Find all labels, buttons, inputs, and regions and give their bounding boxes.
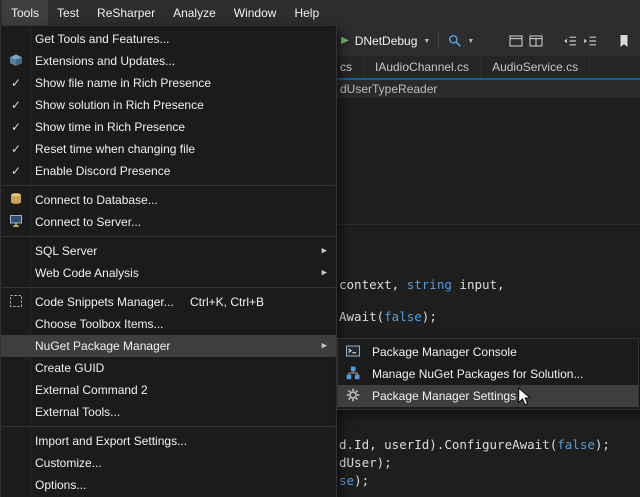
start-debug-icon[interactable]: ▶ [341, 36, 349, 46]
menu-separator [2, 426, 335, 427]
menu-item-show-solution-rich-presence[interactable]: ✓ Show solution in Rich Presence [1, 94, 336, 116]
checkmark-icon: ✓ [11, 121, 21, 133]
indent-increase-icon[interactable] [582, 33, 598, 49]
menu-item-options[interactable]: Options... [1, 474, 336, 496]
code-line: dUser); [339, 455, 392, 470]
database-icon [8, 191, 24, 210]
gear-icon [345, 387, 361, 406]
checkmark-icon: ✓ [11, 77, 21, 89]
menu-separator [2, 185, 335, 186]
editor-region-divider [337, 224, 640, 225]
menu-item-package-manager-console[interactable]: Package Manager Console [338, 341, 638, 363]
menu-item-import-and-export-settings[interactable]: Import and Export Settings... [1, 430, 336, 452]
menu-separator [2, 287, 335, 288]
nuget-submenu: Package Manager Console Manage NuGet Pac… [337, 338, 639, 410]
checkmark-icon: ✓ [11, 165, 21, 177]
checkmark-icon: ✓ [11, 143, 21, 155]
chevron-down-icon[interactable]: ▼ [467, 37, 474, 45]
shortcut-text: Ctrl+K, Ctrl+B [190, 295, 336, 309]
menu-item-show-time-rich-presence[interactable]: ✓ Show time in Rich Presence [1, 116, 336, 138]
submenu-arrow-icon: ▶ [322, 343, 327, 350]
menu-item-create-guid[interactable]: Create GUID [1, 357, 336, 379]
code-line: context, string input, [339, 277, 505, 292]
menubar-item-help[interactable]: Help [285, 0, 328, 25]
menu-item-get-tools-and-features[interactable]: Get Tools and Features... [1, 28, 336, 50]
menu-item-web-code-analysis[interactable]: Web Code Analysis ▶ [1, 262, 336, 284]
menu-item-extensions-and-updates[interactable]: Extensions and Updates... [1, 50, 336, 72]
menu-item-customize[interactable]: Customize... [1, 452, 336, 474]
tab-audioservice[interactable]: AudioService.cs [481, 56, 590, 78]
menubar-item-resharper[interactable]: ReSharper [88, 0, 164, 25]
menu-bar: Tools Test ReSharper Analyze Window Help [0, 0, 640, 25]
extensions-icon [8, 52, 24, 71]
menu-item-choose-toolbox-items[interactable]: Choose Toolbox Items... [1, 313, 336, 335]
snippets-icon [8, 293, 24, 312]
server-icon [8, 213, 24, 232]
menu-separator [2, 236, 335, 237]
tools-menu: Get Tools and Features... Extensions and… [0, 25, 337, 497]
toolbar-group: ▶ DNetDebug ▼ ▼ [341, 25, 640, 56]
search-icon[interactable] [447, 33, 463, 49]
menu-item-connect-to-database[interactable]: Connect to Database... [1, 189, 336, 211]
menu-item-show-file-name-rich-presence[interactable]: ✓ Show file name in Rich Presence [1, 72, 336, 94]
menu-item-reset-time-when-changing-file[interactable]: ✓ Reset time when changing file [1, 138, 336, 160]
menu-item-nuget-package-manager[interactable]: NuGet Package Manager ▶ [1, 335, 336, 357]
console-icon [345, 343, 361, 362]
debug-target-dropdown[interactable]: DNetDebug [353, 34, 420, 48]
vs-window: Tools Test ReSharper Analyze Window Help… [0, 0, 640, 497]
submenu-arrow-icon: ▶ [322, 270, 327, 277]
menubar-item-window[interactable]: Window [225, 0, 286, 25]
menu-item-enable-discord-presence[interactable]: ✓ Enable Discord Presence [1, 160, 336, 182]
menu-item-external-command-2[interactable]: External Command 2 [1, 379, 336, 401]
menubar-item-analyze[interactable]: Analyze [164, 0, 225, 25]
menu-item-code-snippets-manager[interactable]: Code Snippets Manager... Ctrl+K, Ctrl+B [1, 291, 336, 313]
checkmark-icon: ✓ [11, 99, 21, 111]
new-window-icon[interactable] [508, 33, 524, 49]
menu-item-package-manager-settings[interactable]: Package Manager Settings [338, 385, 638, 407]
menu-item-sql-server[interactable]: SQL Server ▶ [1, 240, 336, 262]
menu-item-manage-nuget-packages-for-solution[interactable]: Manage NuGet Packages for Solution... [338, 363, 638, 385]
menubar-item-tools[interactable]: Tools [2, 0, 48, 25]
tab-partial[interactable]: cs [337, 56, 364, 78]
menu-item-external-tools[interactable]: External Tools... [1, 401, 336, 423]
toolbar-separator [438, 32, 439, 50]
indent-decrease-icon[interactable] [562, 33, 578, 49]
menu-item-connect-to-server[interactable]: Connect to Server... [1, 211, 336, 233]
breadcrumb[interactable]: dUserTypeReader [340, 82, 437, 96]
code-line: se); [339, 473, 369, 488]
tab-iaudiochannel[interactable]: IAudioChannel.cs [364, 56, 481, 78]
submenu-arrow-icon: ▶ [322, 248, 327, 255]
bookmark-icon[interactable] [616, 33, 632, 49]
code-line: Await(false); [339, 309, 437, 324]
menubar-item-test[interactable]: Test [48, 0, 88, 25]
chevron-down-icon[interactable]: ▼ [423, 37, 430, 45]
code-line: d.Id, userId).ConfigureAwait(false); [339, 437, 610, 452]
split-window-icon[interactable] [528, 33, 544, 49]
packages-icon [345, 365, 361, 384]
